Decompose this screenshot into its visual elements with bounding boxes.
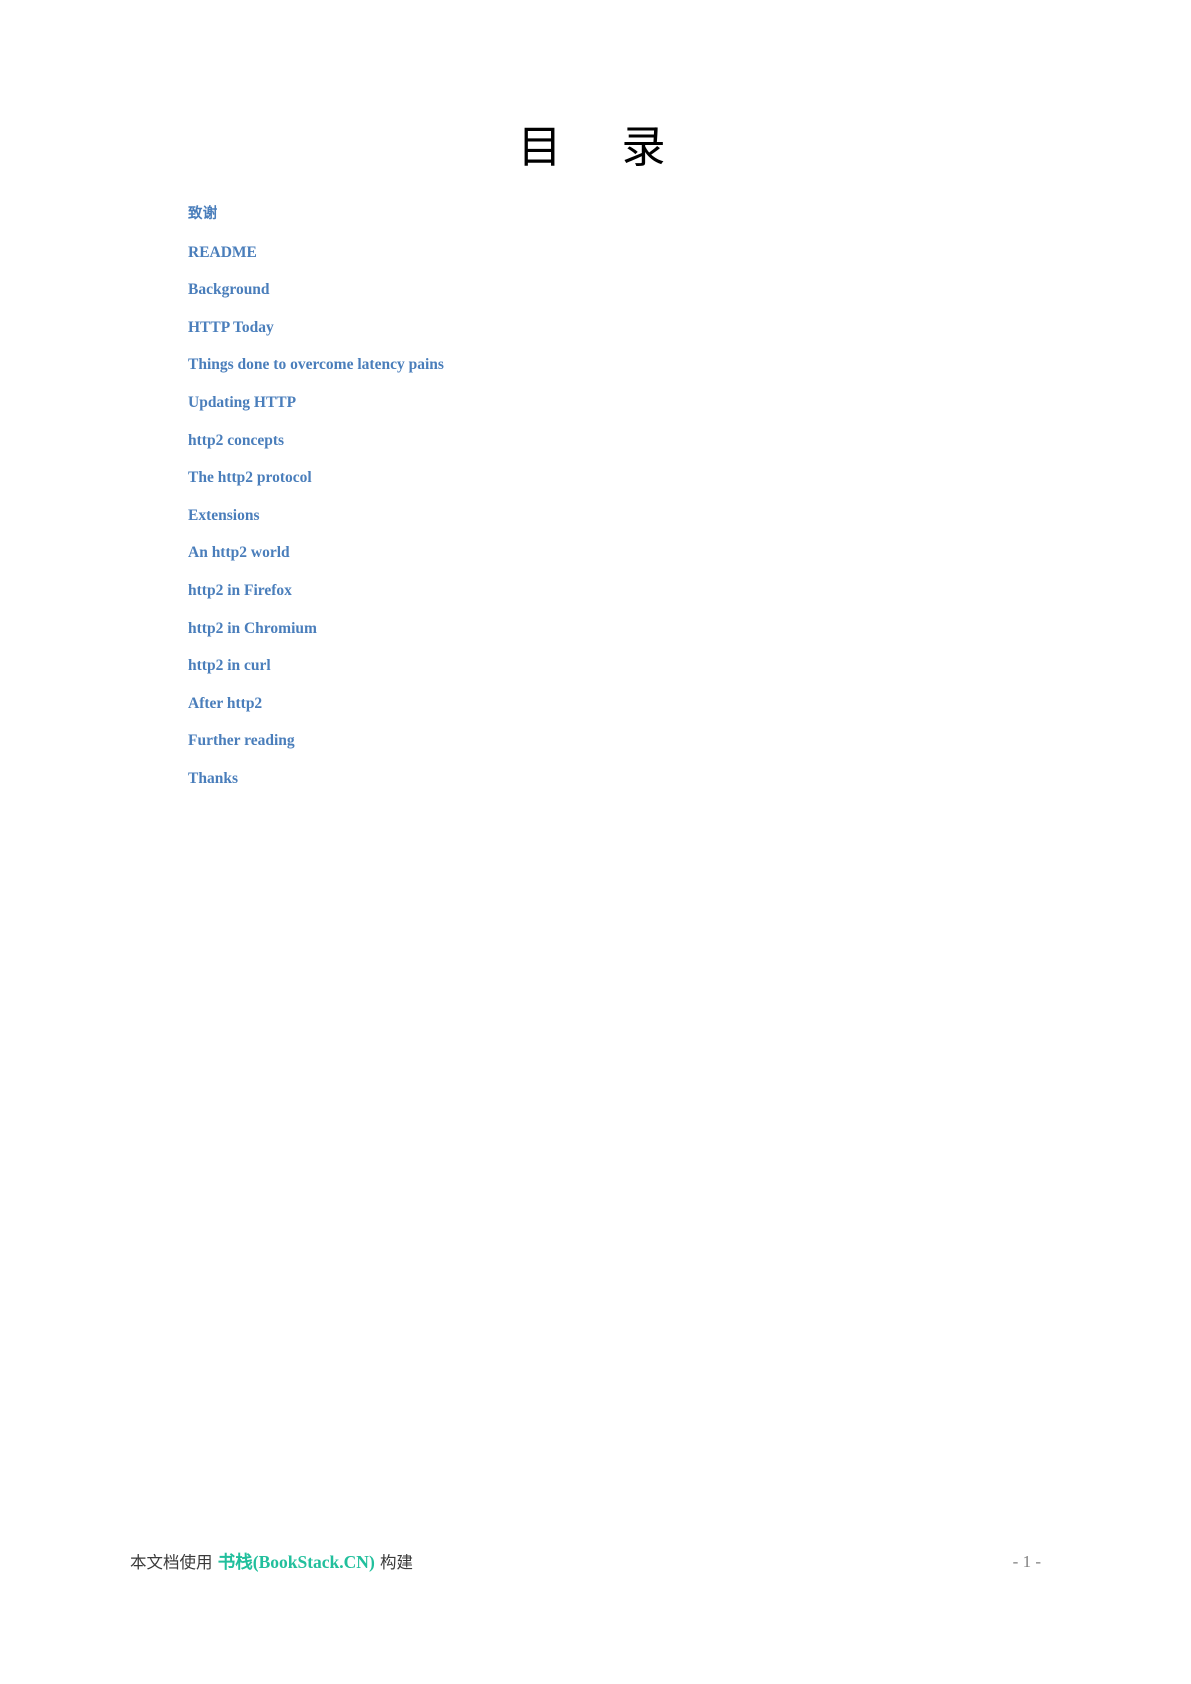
document-page: 目 录 致谢 README Background HTTP Today Thin… (0, 0, 1191, 1684)
page-number: - 1 - (1012, 1552, 1041, 1571)
toc-link-1[interactable]: README (188, 234, 1048, 272)
toc-link-11[interactable]: http2 in Chromium (188, 610, 1048, 648)
toc-link-14[interactable]: Further reading (188, 722, 1048, 760)
table-of-contents: 致谢 README Background HTTP Today Things d… (188, 196, 1048, 798)
toc-link-0[interactable]: 致谢 (188, 196, 1048, 234)
toc-link-9[interactable]: An http2 world (188, 534, 1048, 572)
page-footer: 本文档使用 书栈(BookStack.CN) 构建 - 1 - (0, 1548, 1191, 1588)
toc-link-13[interactable]: After http2 (188, 685, 1048, 723)
toc-link-2[interactable]: Background (188, 271, 1048, 309)
toc-link-15[interactable]: Thanks (188, 760, 1048, 798)
toc-link-12[interactable]: http2 in curl (188, 647, 1048, 685)
toc-link-4[interactable]: Things done to overcome latency pains (188, 346, 1048, 384)
toc-link-5[interactable]: Updating HTTP (188, 384, 1048, 422)
toc-link-8[interactable]: Extensions (188, 497, 1048, 535)
toc-link-6[interactable]: http2 concepts (188, 422, 1048, 460)
toc-link-7[interactable]: The http2 protocol (188, 459, 1048, 497)
toc-link-10[interactable]: http2 in Firefox (188, 572, 1048, 610)
toc-link-3[interactable]: HTTP Today (188, 309, 1048, 347)
page-title: 目 录 (517, 122, 674, 173)
